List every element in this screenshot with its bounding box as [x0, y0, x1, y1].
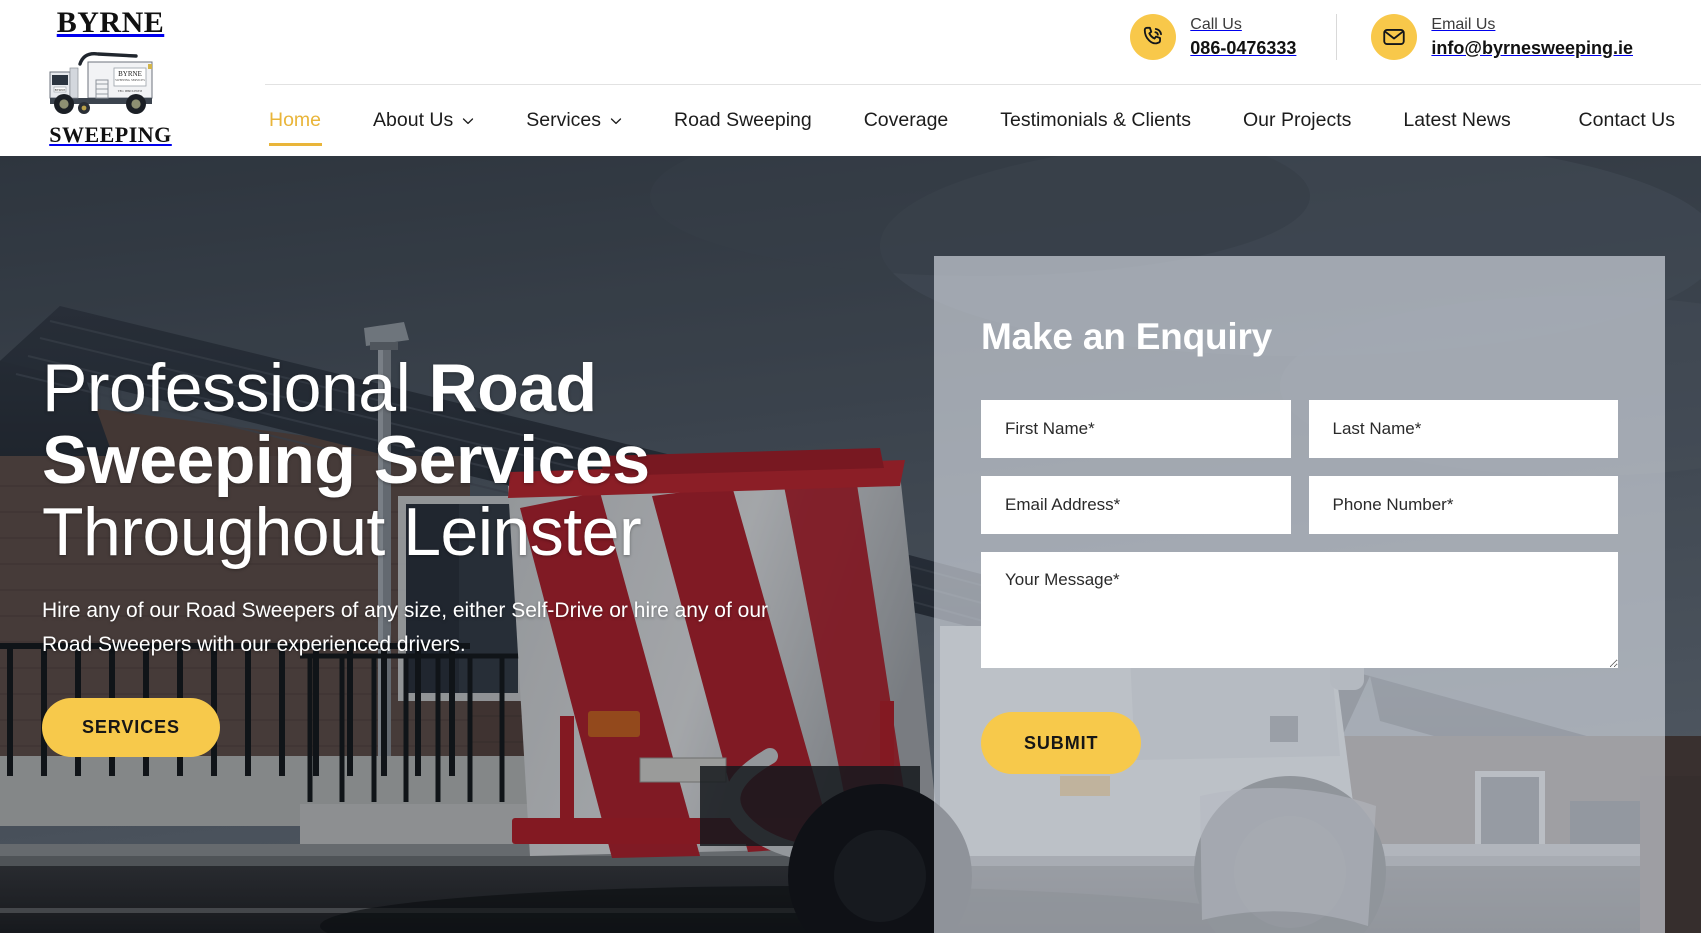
- chevron-down-icon: [610, 117, 622, 124]
- logo-wordmark-top: BYRNE: [56, 6, 165, 39]
- header-contact-strip: Call Us 086-0476333 Email Us info@byrnes…: [1096, 14, 1667, 60]
- hero-section: Professional Road Sweeping Services Thro…: [0, 156, 1701, 933]
- phone-number-input[interactable]: [1308, 476, 1618, 534]
- nav-item-about-us[interactable]: About Us: [347, 98, 500, 144]
- message-textarea[interactable]: [981, 552, 1618, 668]
- contact-email[interactable]: Email Us info@byrnesweeping.ie: [1337, 14, 1667, 60]
- hero-title-line1-bold: Road: [428, 350, 598, 426]
- page-root: BYRNE BYRNE SWEEPING SERVICES TEL: 0860 …: [0, 0, 1701, 933]
- contact-phone-label: Call Us: [1190, 15, 1242, 33]
- nav-label-about-us: About Us: [373, 109, 454, 131]
- nav-item-home[interactable]: Home: [269, 98, 347, 146]
- nav-item-our-projects[interactable]: Our Projects: [1217, 98, 1377, 144]
- svg-text:BYRNE: BYRNE: [54, 88, 65, 92]
- nav-list: Home About Us Services Road Sweeping Cov…: [269, 98, 1701, 146]
- nav-label-road-sweeping: Road Sweeping: [674, 109, 812, 131]
- nav-item-road-sweeping[interactable]: Road Sweeping: [648, 98, 838, 144]
- enquiry-form-panel: Make an Enquiry SUBMIT: [934, 256, 1665, 933]
- logo-wordmark-bottom: SWEEPING: [49, 122, 172, 147]
- site-header: BYRNE BYRNE SWEEPING SERVICES TEL: 0860 …: [0, 0, 1701, 156]
- nav-item-contact-us[interactable]: Contact Us: [1553, 98, 1701, 144]
- contact-phone-value: 086-0476333: [1190, 37, 1297, 58]
- chevron-down-icon: [463, 117, 474, 124]
- hero-copy: Professional Road Sweeping Services Thro…: [42, 352, 842, 758]
- site-logo[interactable]: BYRNE BYRNE SWEEPING SERVICES TEL: 0860 …: [38, 8, 183, 146]
- first-name-input[interactable]: [981, 400, 1291, 458]
- nav-label-testimonials-clients: Testimonials & Clients: [1000, 109, 1192, 131]
- hero-title-line3-light: Throughout Leinster: [42, 494, 642, 571]
- svg-text:TEL: 0860 0476333: TEL: 0860 0476333: [117, 89, 142, 93]
- sweeper-truck-logo-icon: BYRNE SWEEPING SERVICES TEL: 0860 047633…: [49, 52, 152, 114]
- contact-email-label: Email Us: [1431, 15, 1496, 33]
- envelope-icon: [1371, 14, 1418, 60]
- nav-label-our-projects: Our Projects: [1243, 109, 1352, 131]
- nav-label-latest-news: Latest News: [1403, 109, 1511, 131]
- contact-phone[interactable]: Call Us 086-0476333: [1096, 14, 1338, 60]
- services-button[interactable]: SERVICES: [42, 698, 220, 758]
- nav-label-home: Home: [269, 109, 322, 131]
- contact-row: [981, 476, 1618, 534]
- nav-item-latest-news[interactable]: Latest News: [1377, 98, 1536, 144]
- nav-item-testimonials-clients[interactable]: Testimonials & Clients: [974, 98, 1217, 144]
- nav-label-contact-us: Contact Us: [1578, 109, 1675, 131]
- enquiry-form-title: Make an Enquiry: [981, 316, 1273, 357]
- contact-email-value: info@byrnesweeping.ie: [1431, 37, 1633, 58]
- svg-text:BYRNE: BYRNE: [118, 70, 142, 78]
- phone-icon: [1130, 14, 1177, 60]
- hero-title-line2-bold: Sweeping Services: [42, 422, 650, 499]
- main-navigation: Home About Us Services Road Sweeping Cov…: [265, 84, 1701, 156]
- name-row: [981, 400, 1618, 458]
- nav-label-services: Services: [526, 109, 602, 131]
- nav-item-coverage[interactable]: Coverage: [838, 98, 975, 144]
- svg-text:SWEEPING SERVICES: SWEEPING SERVICES: [115, 78, 145, 82]
- nav-item-services[interactable]: Services: [500, 98, 648, 144]
- last-name-input[interactable]: [1308, 400, 1618, 458]
- hero-title: Professional Road Sweeping Services Thro…: [42, 352, 842, 568]
- hero-title-line1-light: Professional: [42, 350, 429, 426]
- email-address-input[interactable]: [981, 476, 1291, 534]
- submit-button[interactable]: SUBMIT: [981, 712, 1142, 774]
- nav-label-coverage: Coverage: [863, 109, 949, 131]
- hero-subtitle: Hire any of our Road Sweepers of any siz…: [42, 599, 769, 657]
